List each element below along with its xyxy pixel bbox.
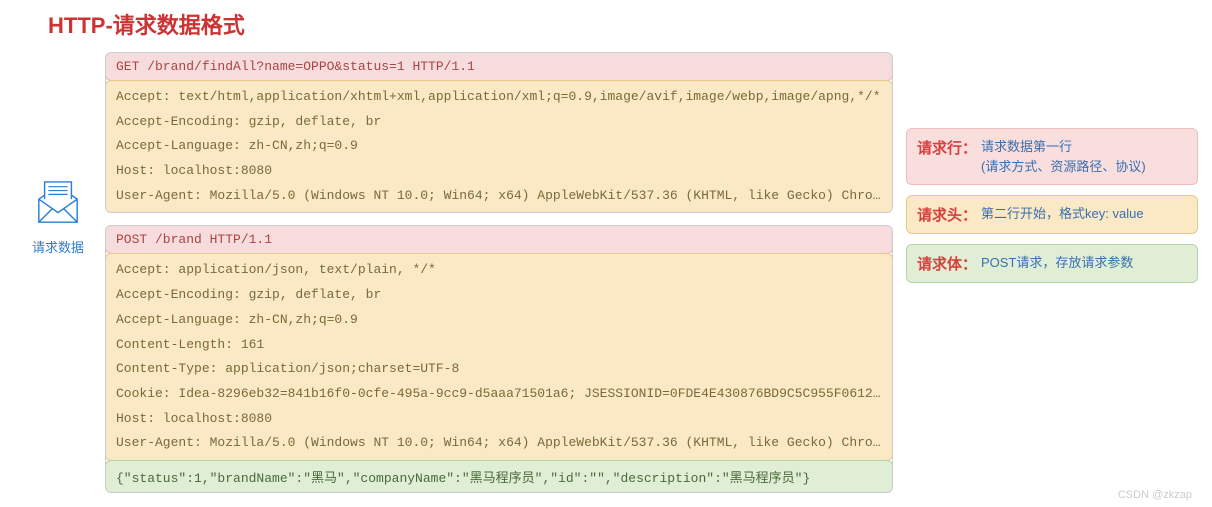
header-line: Cookie: Idea-8296eb32=841b16f0-0cfe-495a… [116, 382, 882, 407]
post-request-line: POST /brand HTTP/1.1 [105, 225, 893, 254]
header-line: User-Agent: Mozilla/5.0 (Windows NT 10.0… [116, 431, 882, 456]
get-request-headers: Accept: text/html,application/xhtml+xml,… [105, 80, 893, 213]
envelope-doc-icon [35, 180, 81, 226]
header-line: Content-Type: application/json;charset=U… [116, 357, 882, 382]
post-request-headers: Accept: application/json, text/plain, */… [105, 253, 893, 461]
header-line: Host: localhost:8080 [116, 407, 882, 432]
header-line: Accept: application/json, text/plain, */… [116, 258, 882, 283]
header-line: Host: localhost:8080 [116, 159, 882, 184]
icon-label: 请求数据 [30, 237, 86, 256]
annot-request-header: 请求头： 第二行开始，格式key: value [906, 195, 1198, 234]
annot-label: 请求行： [917, 137, 977, 158]
get-request-line: GET /brand/findAll?name=OPPO&status=1 HT… [105, 52, 893, 81]
annot-label: 请求体： [917, 253, 977, 274]
header-line: Accept-Encoding: gzip, deflate, br [116, 110, 882, 135]
header-line: Accept-Encoding: gzip, deflate, br [116, 283, 882, 308]
annot-request-body: 请求体： POST请求，存放请求参数 [906, 244, 1198, 283]
attribution: CSDN @zkzap [1118, 489, 1192, 501]
annot-text: 第二行开始，格式key: value [981, 204, 1144, 224]
annotation-panel: 请求行： 请求数据第一行 (请求方式、资源路径、协议) 请求头： 第二行开始，格… [906, 128, 1198, 293]
post-request-body: {"status":1,"brandName":"黑马","companyNam… [105, 460, 893, 493]
header-line: Accept-Language: zh-CN,zh;q=0.9 [116, 308, 882, 333]
annot-label: 请求头： [917, 204, 977, 225]
annot-request-line: 请求行： 请求数据第一行 (请求方式、资源路径、协议) [906, 128, 1198, 185]
header-line: Accept-Language: zh-CN,zh;q=0.9 [116, 134, 882, 159]
http-blocks-area: GET /brand/findAll?name=OPPO&status=1 HT… [105, 52, 893, 505]
request-data-icon-area: 请求数据 [30, 180, 86, 256]
annot-text: 请求数据第一行 (请求方式、资源路径、协议) [981, 137, 1146, 176]
annot-text: POST请求，存放请求参数 [981, 253, 1133, 273]
header-line: Accept: text/html,application/xhtml+xml,… [116, 85, 882, 110]
get-request-block: GET /brand/findAll?name=OPPO&status=1 HT… [105, 52, 893, 213]
header-line: User-Agent: Mozilla/5.0 (Windows NT 10.0… [116, 184, 882, 209]
post-request-block: POST /brand HTTP/1.1 Accept: application… [105, 225, 893, 493]
header-line: Content-Length: 161 [116, 333, 882, 358]
page-title: HTTP-请求数据格式 [48, 8, 245, 40]
